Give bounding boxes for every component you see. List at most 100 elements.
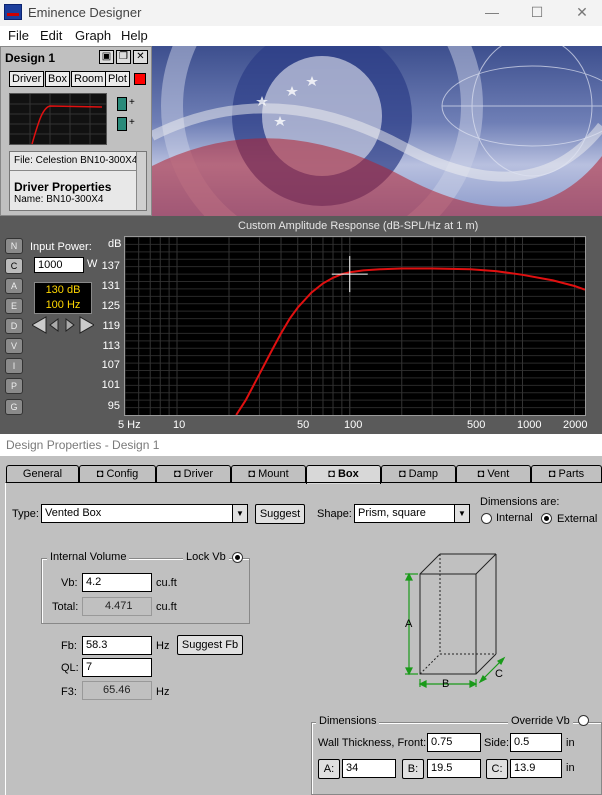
maximize-button[interactable]: ☐ (522, 4, 552, 21)
tab-driver[interactable]: ◘ Driver (156, 465, 231, 483)
graph-button-a[interactable]: A (5, 278, 23, 294)
tab-icon: ◘ (398, 468, 409, 480)
graph-button-e[interactable]: E (5, 298, 23, 314)
f3-unit: Hz (156, 686, 170, 698)
menu-bar: File Edit Graph Help (0, 26, 602, 46)
graph-button-n[interactable]: N (5, 238, 23, 254)
dimension-c-label: C (495, 668, 503, 680)
dimension-a-label: A (405, 618, 413, 630)
title-bar: Eminence Designer — ☐ ✕ (0, 0, 602, 26)
tab-vent-label: Vent (487, 468, 510, 480)
suggest-button[interactable]: Suggest (255, 504, 305, 524)
menu-file[interactable]: File (8, 28, 29, 43)
window-title: Eminence Designer (28, 5, 142, 20)
override-vb-radio[interactable] (578, 715, 589, 726)
x-tick: 10 (173, 419, 186, 431)
readout-hz: 100 Hz (45, 299, 81, 311)
wall-front-field[interactable]: 0.75 (427, 733, 481, 752)
c-field[interactable]: 13.9 (510, 759, 562, 778)
a-dimension-button[interactable]: A: (318, 759, 340, 779)
plot-color-swatch[interactable] (134, 73, 146, 85)
file-name: File: Celestion BN10-300X4 ( (14, 155, 144, 166)
plus-icon: + (129, 117, 135, 128)
input-power-label: Input Power: (30, 241, 92, 253)
vb-field[interactable]: 4.2 (82, 573, 152, 592)
scrollbar[interactable] (136, 152, 146, 210)
override-vb-label: Override Vb (508, 715, 573, 727)
minimize-button[interactable]: — (477, 4, 507, 20)
lock-vb-radio[interactable] (232, 552, 243, 563)
b-dimension-button[interactable]: B: (402, 759, 424, 779)
box-diagram-svg (405, 553, 506, 688)
response-plot[interactable] (124, 236, 586, 416)
menu-edit[interactable]: Edit (40, 28, 62, 43)
design-properties-title: Design Properties - Design 1 (6, 438, 160, 452)
input-power-field[interactable]: 1000 (34, 257, 84, 273)
lock-vb-label: Lock Vb (183, 551, 229, 563)
tab-icon: ◘ (173, 468, 184, 480)
design-properties-titlebar: Design Properties - Design 1 (0, 434, 602, 456)
y-tick: 119 (102, 320, 120, 332)
design-tab-driver[interactable]: Driver (9, 71, 45, 87)
x-tick: 1000 (517, 419, 542, 431)
tab-mount[interactable]: ◘ Mount (231, 465, 306, 483)
menu-graph[interactable]: Graph (75, 28, 111, 43)
menu-help[interactable]: Help (121, 28, 148, 43)
nav-right-fast-icon[interactable] (79, 316, 96, 334)
tab-damp[interactable]: ◘ Damp (381, 465, 456, 483)
fb-label: Fb: (61, 640, 77, 652)
f3-label: F3: (61, 686, 77, 698)
y-tick: 107 (101, 359, 120, 371)
design-tab-box[interactable]: Box (45, 71, 70, 87)
y-axis-unit: dB (108, 238, 122, 250)
c-unit: in (566, 762, 575, 774)
vb-unit: cu.ft (156, 577, 177, 589)
plot-svg (124, 236, 586, 416)
graph-button-g[interactable]: G (5, 399, 23, 415)
tab-config[interactable]: ◘ Config (79, 465, 156, 483)
external-radio[interactable] (541, 513, 552, 524)
save-icon[interactable]: ▣ (99, 50, 114, 64)
graph-button-p[interactable]: P (5, 378, 23, 394)
graph-button-v[interactable]: V (5, 338, 23, 354)
mini-response-graph[interactable] (9, 93, 107, 145)
tab-vent[interactable]: ◘ Vent (456, 465, 531, 483)
nav-left-icon[interactable] (49, 318, 59, 332)
tab-icon: ◘ (328, 468, 338, 480)
graph-button-c[interactable]: C (5, 258, 23, 274)
eminence-logo-banner (152, 46, 602, 216)
ql-field[interactable]: 7 (82, 658, 152, 677)
tab-general[interactable]: General (6, 465, 79, 483)
a-field[interactable]: 34 (342, 759, 396, 778)
y-tick: 125 (101, 300, 120, 312)
design-tab-plot[interactable]: Plot (105, 71, 130, 87)
close-button[interactable]: ✕ (567, 4, 597, 21)
nav-left-fast-icon[interactable] (30, 316, 47, 334)
wall-side-field[interactable]: 0.5 (510, 733, 562, 752)
total-value: 4.471 (82, 597, 152, 616)
x-tick: 500 (467, 419, 486, 431)
design-tab-room[interactable]: Room (71, 71, 107, 87)
close-icon[interactable]: ✕ (133, 50, 148, 64)
tab-parts[interactable]: ◘ Parts (531, 465, 602, 483)
internal-radio[interactable] (481, 513, 492, 524)
b-field[interactable]: 19.5 (427, 759, 481, 778)
x-tick: 2000 (563, 419, 588, 431)
dimension-b-label: B (442, 678, 450, 690)
c-dimension-button[interactable]: C: (486, 759, 508, 779)
graph-button-i[interactable]: I (5, 358, 23, 374)
tab-parts-label: Parts (558, 468, 585, 480)
driver-info-pane[interactable]: File: Celestion BN10-300X4 ( Driver Prop… (9, 151, 147, 211)
tab-mount-label: Mount (258, 468, 289, 480)
suggest-fb-button[interactable]: Suggest Fb (177, 635, 243, 655)
fb-field[interactable]: 58.3 (82, 636, 152, 655)
shape-label: Shape: (317, 508, 352, 520)
speaker-toggle[interactable]: + + (117, 95, 139, 139)
graph-button-d[interactable]: D (5, 318, 23, 334)
shape-select[interactable]: Prism, square ▼ (354, 504, 470, 523)
copy-icon[interactable]: ❐ (116, 50, 131, 64)
total-unit: cu.ft (156, 601, 177, 613)
speaker-icon (117, 97, 127, 111)
box-type-select[interactable]: Vented Box ▼ (41, 504, 248, 523)
nav-right-icon[interactable] (65, 318, 75, 332)
